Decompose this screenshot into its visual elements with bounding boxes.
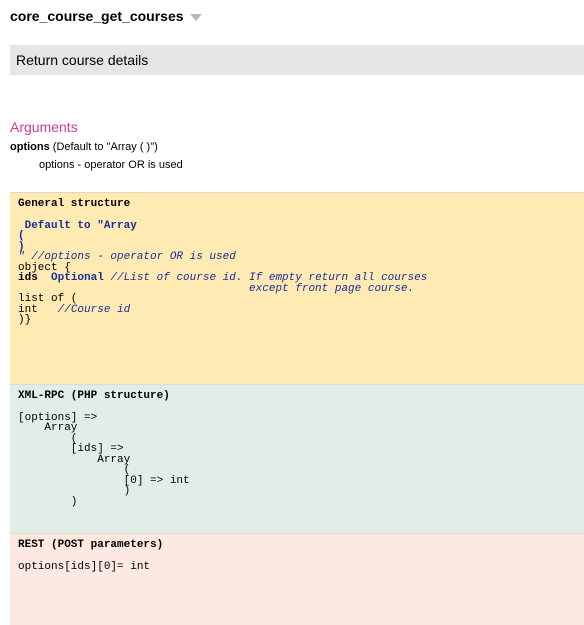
function-description-bar: Return course details — [10, 45, 584, 75]
function-description: Return course details — [16, 52, 149, 68]
param-default: (Default to "Array ( )") — [49, 141, 158, 153]
ids-comment-cont: except front page course. — [18, 282, 415, 295]
function-name-header[interactable]: core_course_get_courses — [10, 8, 202, 24]
rest-line: options[ids][0]= int — [18, 560, 151, 573]
int-comment: //Course id — [37, 303, 131, 316]
default-to-line: Default to "Array — [18, 219, 137, 232]
rest-title: REST (POST parameters) — [18, 539, 164, 551]
xmlrpc-line: ) — [18, 495, 78, 508]
general-structure-title: General structure — [18, 198, 131, 210]
xmlrpc-line: [options] => — [18, 411, 98, 424]
xmlrpc-title: XML-RPC (PHP structure) — [18, 390, 170, 402]
int-line: int //Course id — [18, 303, 584, 316]
xmlrpc-line: ) — [18, 485, 131, 497]
xmlrpc-line: Array — [18, 422, 78, 434]
object-close: )} — [18, 314, 32, 326]
chevron-down-icon[interactable] — [189, 13, 202, 21]
rest-parameters-box: REST (POST parameters) options[ids][0]= i… — [10, 533, 584, 625]
options-comment: " //options - operator OR is used — [18, 251, 236, 263]
function-name: core_course_get_courses — [10, 8, 184, 24]
general-structure-box: General structure Default to "Array() " /… — [10, 192, 584, 384]
xmlrpc-line: ( — [18, 464, 131, 476]
xmlrpc-line: [ids] => — [18, 443, 124, 455]
param-line: options (Default to "Array ( )") — [10, 141, 158, 153]
open-paren: ( — [18, 230, 25, 242]
xmlrpc-structure-box: XML-RPC (PHP structure) [options] => Arra… — [10, 384, 584, 533]
ids-line: ids Optional //List of course id. If emp… — [18, 273, 584, 284]
arguments-heading: Arguments — [10, 119, 78, 135]
param-name: options — [10, 141, 50, 153]
param-description: options - operator OR is used — [39, 159, 183, 171]
